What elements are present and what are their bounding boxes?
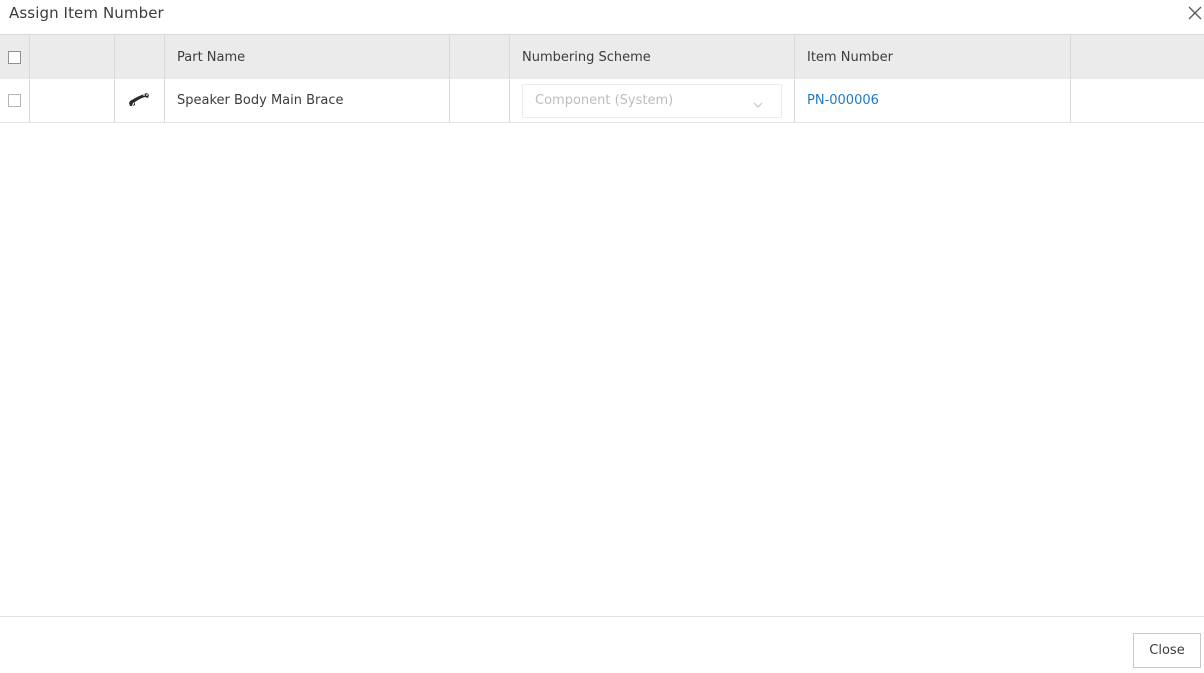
header-rest-cell: [1071, 35, 1204, 79]
numbering-scheme-value: Component (System): [535, 93, 674, 108]
table-row[interactable]: Speaker Body Main Brace Component (Syste…: [0, 79, 1204, 123]
header-select-cell: [0, 35, 30, 79]
assign-item-number-dialog: Assign Item Number Part Name Numbering S…: [0, 0, 1204, 673]
row-checkbox[interactable]: [8, 94, 21, 107]
header-item-number[interactable]: Item Number: [795, 35, 1071, 79]
dialog-titlebar: Assign Item Number: [0, 0, 1204, 35]
row-select-cell: [0, 79, 30, 122]
row-blank-cell: [30, 79, 115, 122]
row-rest-cell: [1071, 79, 1204, 122]
part-brace-icon: [115, 79, 165, 122]
header-blank-cell: [30, 35, 115, 79]
header-gap-cell: [450, 35, 510, 79]
close-button[interactable]: Close: [1133, 633, 1201, 668]
header-icon-cell: [115, 35, 165, 79]
header-part-name[interactable]: Part Name: [165, 35, 450, 79]
chevron-down-icon: [753, 98, 763, 113]
part-name-cell: Speaker Body Main Brace: [165, 79, 450, 122]
item-number-link[interactable]: PN-000006: [807, 93, 879, 108]
select-all-checkbox[interactable]: [8, 50, 21, 64]
row-gap-cell: [450, 79, 510, 122]
close-icon[interactable]: [1186, 4, 1204, 22]
dialog-title: Assign Item Number: [9, 4, 164, 22]
header-numbering-scheme[interactable]: Numbering Scheme: [510, 35, 795, 79]
numbering-scheme-select[interactable]: Component (System): [522, 83, 782, 118]
grid-header-row: Part Name Numbering Scheme Item Number: [0, 35, 1204, 79]
item-grid: Part Name Numbering Scheme Item Number S…: [0, 35, 1204, 123]
dialog-footer: Close: [0, 616, 1204, 673]
numbering-scheme-cell: Component (System): [510, 79, 795, 122]
item-number-cell: PN-000006: [795, 79, 1071, 122]
